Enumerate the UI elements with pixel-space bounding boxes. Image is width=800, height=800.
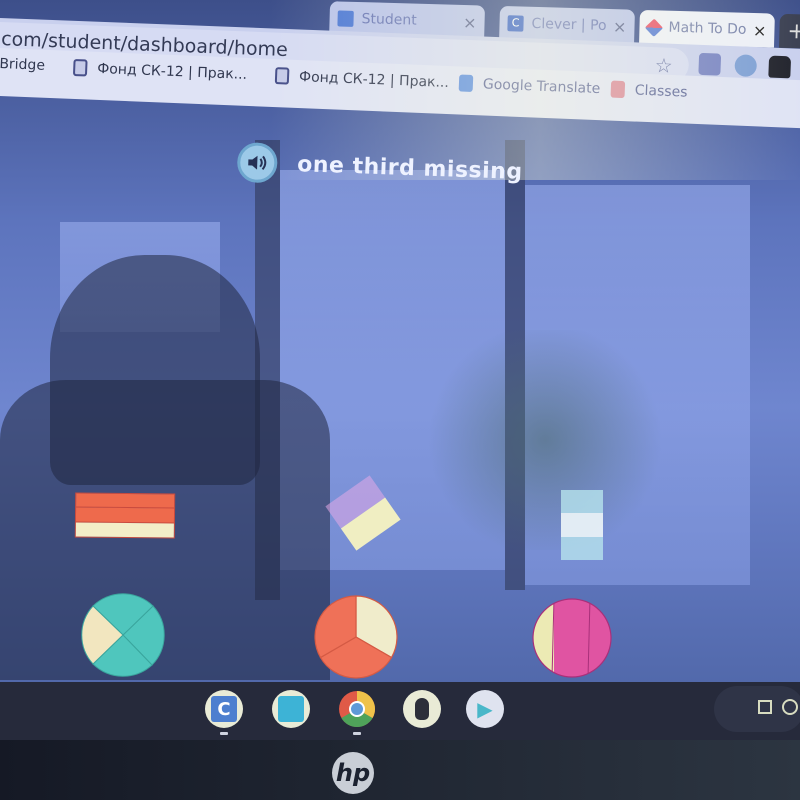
- tree-reflection: [420, 330, 670, 550]
- close-tab-icon[interactable]: ×: [753, 21, 767, 40]
- document-icon: [274, 67, 290, 85]
- choice-circle-thirds-orange[interactable]: [314, 595, 398, 679]
- play-audio-button[interactable]: [236, 142, 278, 184]
- extension-grammarly-icon[interactable]: [734, 54, 758, 78]
- circle-part-filled: [554, 599, 590, 677]
- rect-part-filled: [561, 536, 603, 560]
- rect-part-filled: [561, 490, 603, 514]
- bookmark-google-translate[interactable]: Google Translate: [458, 74, 601, 97]
- clever-icon: C: [211, 696, 237, 722]
- bookmark-ck12-1[interactable]: Фонд СК-12 | Прак...: [72, 58, 248, 83]
- circle-part-filled: [590, 599, 611, 677]
- choice-vertical-rect[interactable]: [561, 490, 603, 560]
- bookmark-label: Classes: [634, 82, 688, 101]
- shelf-app-reading[interactable]: [272, 690, 310, 728]
- shelf-app-play-store[interactable]: ▶: [466, 690, 504, 728]
- choice-horizontal-bar[interactable]: [74, 492, 176, 539]
- bookmark-label: Bridge: [0, 55, 46, 74]
- bookmark-bridge[interactable]: Bridge: [0, 56, 45, 74]
- document-icon: [72, 58, 88, 77]
- tab-label: Math To Do: [668, 19, 747, 38]
- hp-logo: hp: [332, 752, 374, 794]
- extension-incognito-icon[interactable]: [768, 55, 792, 79]
- laptop-bezel: [0, 740, 800, 800]
- new-tab-button[interactable]: +: [778, 13, 800, 49]
- bookmark-ck12-2[interactable]: Фонд СК-12 | Прак...: [274, 67, 450, 91]
- math-to-do-cube-icon: [644, 18, 664, 37]
- bar-part-missing: [75, 522, 174, 538]
- chromebook-screen: Student × C Clever | Po × Math To Do × +…: [0, 0, 800, 740]
- choice-circle-quarters[interactable]: [78, 592, 168, 678]
- chrome-icon: [339, 691, 376, 728]
- bookmark-label: Фонд СК-12 | Прак...: [96, 60, 248, 83]
- status-icon: [782, 699, 798, 715]
- plus-icon: +: [787, 18, 800, 45]
- tab-math-to-do[interactable]: Math To Do ×: [639, 9, 775, 48]
- play-store-icon: ▶: [477, 697, 493, 721]
- chromeos-shelf: C ▶: [0, 682, 800, 740]
- shelf-app-clever[interactable]: C: [205, 690, 243, 728]
- prompt-text: one third missing: [296, 151, 524, 185]
- status-tray[interactable]: [714, 686, 800, 732]
- close-tab-icon[interactable]: ×: [463, 12, 477, 31]
- running-indicator: [220, 732, 228, 735]
- files-icon: [758, 700, 772, 714]
- close-tab-icon[interactable]: ×: [613, 17, 627, 36]
- extension-lightbulb-icon[interactable]: [698, 52, 722, 76]
- circle-part-missing: [533, 599, 554, 677]
- tab-label: Clever | Po: [531, 15, 607, 34]
- reading-app-icon: [278, 696, 304, 722]
- classes-icon: [610, 80, 626, 99]
- bookmark-label: Google Translate: [482, 75, 601, 97]
- shelf-app-chrome[interactable]: [338, 690, 376, 728]
- choice-circle-thirds-pink[interactable]: [532, 598, 612, 678]
- bar-part-filled: [76, 493, 175, 509]
- bookmark-label: Фонд СК-12 | Прак...: [298, 68, 450, 91]
- penguin-icon: [415, 698, 429, 720]
- shelf-app-penguin[interactable]: [403, 690, 441, 728]
- speaker-icon: [248, 155, 267, 171]
- rect-part-missing: [561, 513, 603, 537]
- running-indicator: [353, 732, 361, 735]
- bar-part-filled: [75, 507, 175, 524]
- tab-label: Student: [361, 11, 417, 29]
- bookmark-classes[interactable]: Classes: [610, 80, 688, 101]
- google-classroom-icon: [337, 10, 354, 27]
- google-translate-icon: [458, 74, 474, 93]
- clever-icon: C: [507, 15, 524, 32]
